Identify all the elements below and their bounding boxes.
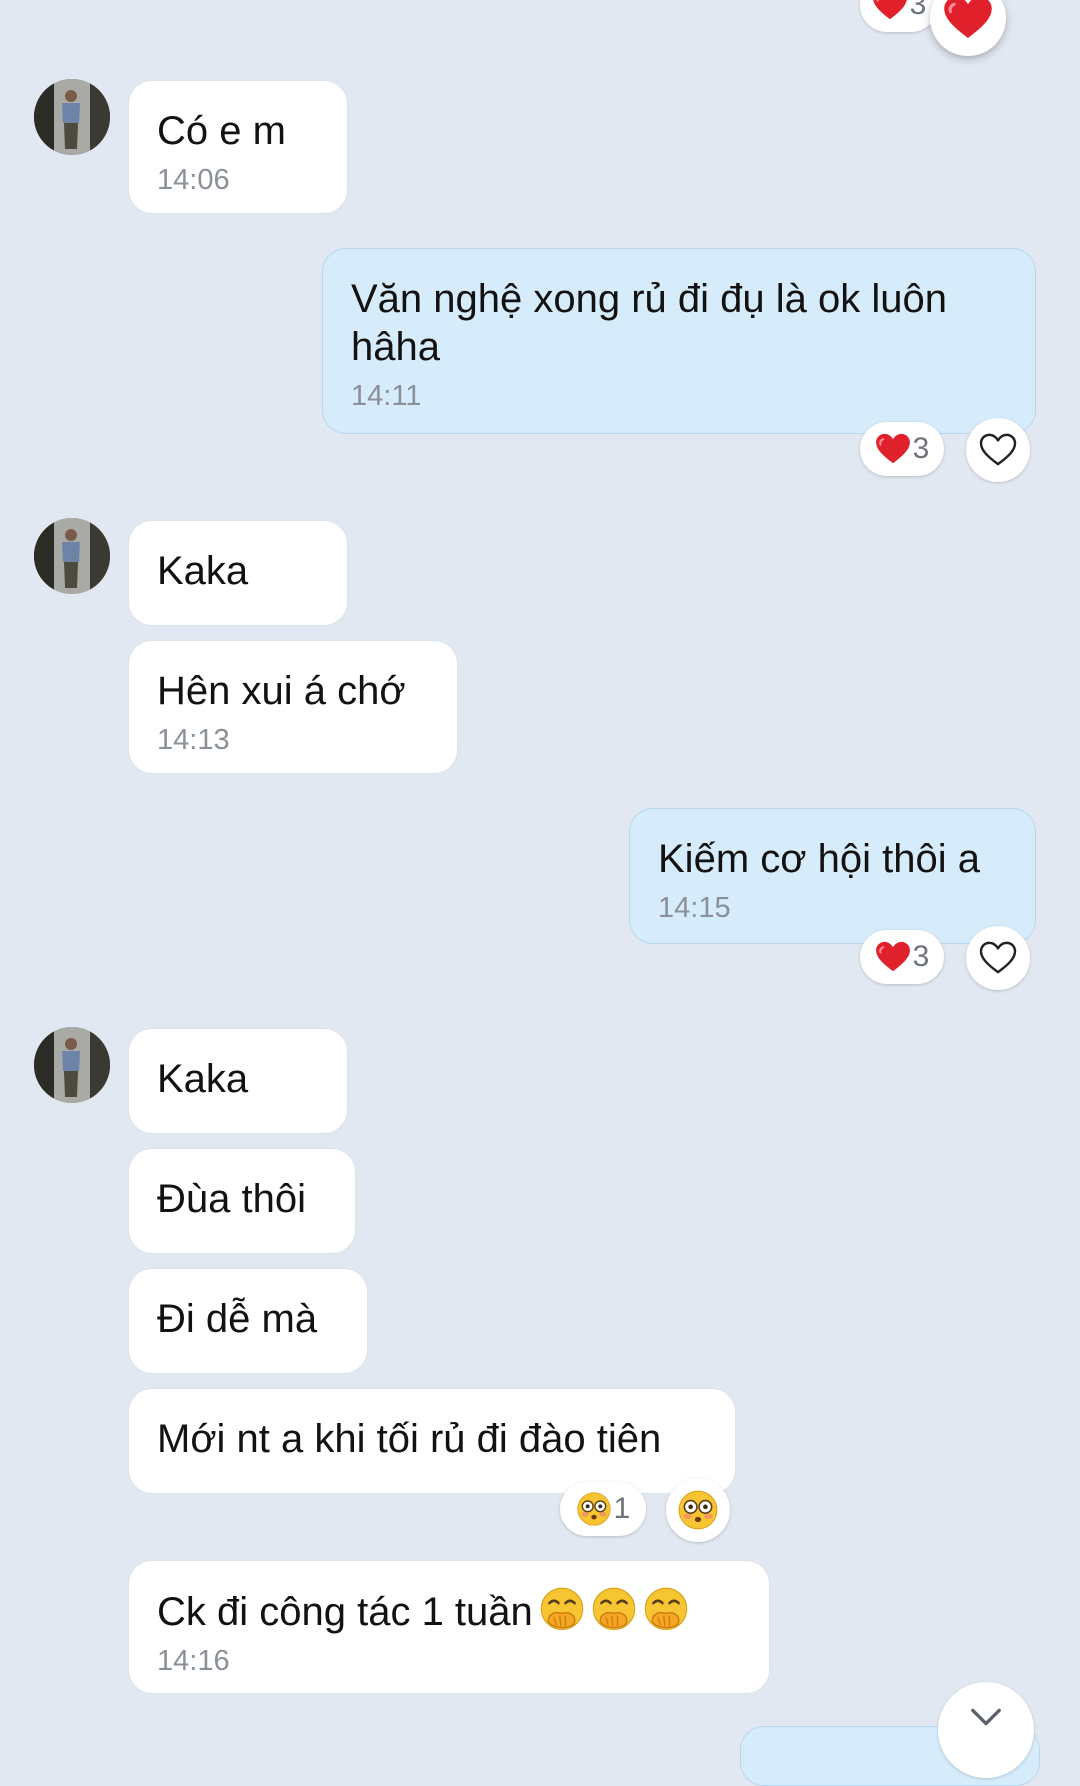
message-bubble[interactable]: Mới nt a khi tối rủ đi đào tiên (128, 1388, 736, 1494)
reaction-pill[interactable]: 3 (860, 930, 944, 984)
avatar[interactable] (34, 1027, 110, 1103)
message-bubble[interactable]: Ck đi công tác 1 tuần 14:16 (128, 1560, 770, 1694)
message-bubble[interactable]: Kaka (128, 520, 348, 626)
reaction-count: 1 (613, 1492, 631, 1525)
heart-icon (875, 941, 911, 973)
message-bubble[interactable]: Hên xui á chớ 14:13 (128, 640, 458, 774)
message-text-content: Ck đi công tác 1 tuần (157, 1590, 533, 1634)
heart-react-button[interactable] (966, 926, 1030, 990)
message-text: Mới nt a khi tối rủ đi đào tiên (157, 1417, 662, 1461)
message-text: Hên xui á chớ (157, 669, 406, 713)
message-bubble[interactable]: Kaka (128, 1028, 348, 1134)
avatar[interactable] (34, 79, 110, 155)
heart-react-button[interactable] (930, 0, 1006, 56)
reaction-count: 3 (912, 940, 930, 973)
message-text: Kaka (157, 549, 249, 593)
reaction-pill[interactable]: 1 (560, 1482, 646, 1536)
hand-over-mouth-icon (643, 1587, 689, 1633)
message-time: 14:16 (157, 1645, 230, 1677)
message-text: Có e m (157, 109, 286, 153)
reaction-count: 3 (909, 0, 927, 21)
message-text: Ck đi công tác 1 tuần (157, 1587, 741, 1636)
avatar[interactable] (34, 518, 110, 594)
hand-over-mouth-icon (539, 1587, 585, 1633)
reaction-button[interactable] (666, 1478, 730, 1542)
heart-icon (875, 433, 911, 465)
message-text: Kaka (157, 1057, 249, 1101)
flushed-face-icon (677, 1489, 719, 1531)
message-bubble[interactable]: Đùa thôi (128, 1148, 356, 1254)
scroll-to-bottom-button[interactable] (938, 1682, 1034, 1778)
message-text: Kiếm cơ hội thôi a (658, 837, 980, 881)
reaction-pill[interactable]: 3 (860, 422, 944, 476)
flushed-face-icon (576, 1491, 612, 1527)
heart-outline-icon (979, 433, 1017, 467)
heart-react-button[interactable] (966, 418, 1030, 482)
message-bubble[interactable]: Đi dễ mà (128, 1268, 368, 1374)
message-text: Đi dễ mà (157, 1297, 318, 1341)
person-photo (34, 518, 110, 594)
heart-icon (943, 0, 993, 41)
heart-icon (872, 0, 908, 21)
heart-outline-icon (979, 941, 1017, 975)
message-bubble[interactable]: Có e m 14:06 (128, 80, 348, 214)
message-time: 14:15 (658, 892, 731, 924)
chevron-down-icon (964, 1695, 1008, 1739)
message-bubble[interactable]: Kiếm cơ hội thôi a 14:15 (629, 808, 1036, 944)
message-time: 14:13 (157, 724, 230, 756)
message-time: 14:06 (157, 164, 230, 196)
reaction-pill[interactable]: 3 (860, 0, 938, 32)
message-bubble[interactable]: Văn nghệ xong rủ đi đụ là ok luôn hâha 1… (322, 248, 1036, 434)
person-photo (34, 79, 110, 155)
reaction-count: 3 (912, 432, 930, 465)
message-text: Đùa thôi (157, 1177, 306, 1221)
message-time: 14:11 (351, 380, 422, 412)
chat-thread: 3 Có e m 14:06 Văn nghệ xong rủ đi đụ là… (0, 0, 1080, 1786)
message-text: Văn nghệ xong rủ đi đụ là ok luôn hâha (351, 277, 947, 369)
hand-over-mouth-icon (591, 1587, 637, 1633)
person-photo (34, 1027, 110, 1103)
